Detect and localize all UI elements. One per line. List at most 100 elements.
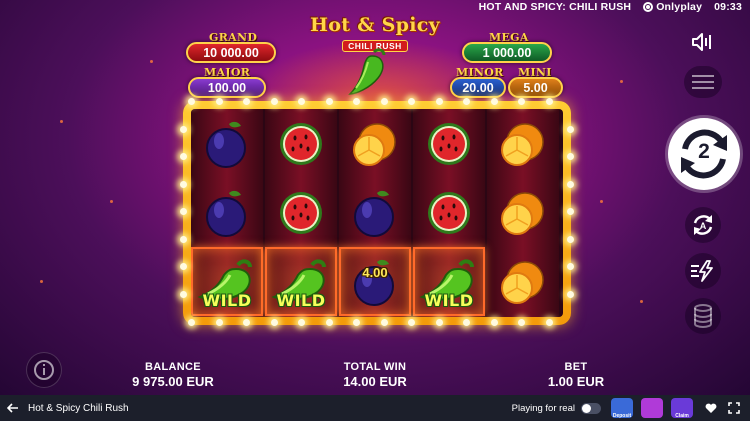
light-bulb: [353, 319, 360, 326]
light-bulb: [353, 98, 360, 105]
spark: [150, 60, 153, 63]
status-bar: HOT AND SPICY: CHILI RUSH Onlyplay 09:33: [479, 0, 742, 14]
reel-symbol-orange: [487, 178, 559, 247]
balance-value: 9 975.00 EUR: [132, 374, 214, 389]
jackpot-mini-value: 5.00: [508, 77, 563, 98]
light-bulb: [518, 319, 525, 326]
autoplay-button[interactable]: A: [685, 207, 721, 243]
autoplay-icon: A: [693, 215, 713, 235]
light-bulb: [567, 235, 574, 243]
plum-icon: [354, 259, 394, 306]
promo-jackpot-button[interactable]: Claim: [671, 398, 693, 419]
bet-display: BET 1.00 EUR: [526, 361, 626, 389]
reel-symbol-plum: 4.00: [339, 247, 411, 316]
jackpot-major-value: 100.00: [188, 77, 266, 98]
light-bulb: [463, 98, 470, 105]
spin-count: 2: [698, 140, 710, 163]
light-bulb: [180, 153, 187, 160]
onlyplay-logo-icon: [643, 2, 654, 12]
game-title: HOT AND SPICY: CHILI RUSH: [478, 1, 632, 13]
light-bulb: [180, 125, 187, 133]
light-bulb: [567, 263, 574, 270]
reel-symbol-plum: [191, 178, 263, 247]
turbo-icon: [691, 260, 713, 282]
light-bulb: [325, 319, 333, 326]
menu-icon: [692, 75, 714, 89]
promo-bonus-button[interactable]: [641, 398, 663, 418]
real-play-label: Playing for real: [511, 402, 575, 414]
game-stage: HOT AND SPICY: CHILI RUSH Onlyplay 09:33…: [0, 0, 750, 395]
watermelon-icon: [280, 191, 322, 234]
real-play-toggle[interactable]: [581, 402, 601, 414]
bet-button[interactable]: [685, 298, 721, 334]
plum-icon: [354, 190, 394, 237]
balance-label: BALANCE: [145, 361, 201, 373]
spark: [600, 200, 603, 203]
light-bulb: [567, 125, 574, 133]
light-bulb: [518, 98, 525, 105]
reel-symbol-watermelon: [265, 178, 337, 247]
reel-area: WILD WILD 4.00 WILD: [191, 109, 563, 317]
watermelon-icon: [428, 191, 470, 234]
light-bulb: [463, 319, 470, 326]
light-bulb: [215, 98, 223, 105]
spark: [640, 300, 643, 303]
reel-symbol-orange: [487, 247, 559, 316]
spark: [620, 80, 623, 83]
menu-button[interactable]: [684, 66, 722, 98]
light-bulb: [215, 319, 223, 326]
jackpot-mega-value: 1 000.00: [462, 42, 552, 63]
watermelon-icon: [280, 122, 322, 165]
light-bulb: [298, 319, 305, 326]
fullscreen-button[interactable]: [724, 398, 744, 418]
orange-icon: [501, 122, 544, 166]
info-button[interactable]: [26, 352, 62, 388]
reel-symbol-plum: [339, 178, 411, 247]
coin-stack-icon: [694, 304, 712, 328]
win-multiplier: 4.00: [362, 265, 388, 280]
light-bulb: [180, 290, 187, 298]
light-bulb: [180, 180, 187, 188]
brand: Onlyplay: [643, 1, 702, 13]
info-icon: [34, 360, 54, 380]
light-bulb: [270, 319, 278, 326]
light-bulb: [545, 319, 553, 326]
light-bulb: [490, 98, 498, 105]
arrow-left-icon: [7, 403, 18, 413]
orange-icon: [501, 191, 544, 235]
light-bulb: [380, 319, 388, 326]
promo-claim-label: Claim: [675, 413, 689, 419]
bottom-game-title: Hot & Spicy Chili Rush: [28, 402, 129, 414]
wild-label: WILD: [202, 291, 252, 310]
chili-pepper-icon: [348, 48, 386, 95]
bet-label: BET: [564, 361, 588, 373]
svg-text:A: A: [700, 221, 707, 231]
fullscreen-icon: [728, 402, 740, 414]
light-bulb: [298, 98, 305, 105]
plum-icon: [206, 121, 246, 168]
light-bulb: [243, 319, 250, 326]
reel-symbol-watermelon: [413, 178, 485, 247]
clock: 09:33: [714, 1, 742, 13]
reel-frame: WILD WILD 4.00 WILD: [183, 101, 571, 325]
light-bulb: [567, 153, 574, 160]
sound-button[interactable]: [688, 30, 718, 54]
reel-symbol-watermelon: [413, 109, 485, 178]
spin-button[interactable]: 2: [668, 118, 740, 190]
favorite-button[interactable]: [701, 398, 721, 418]
light-bulb: [380, 98, 388, 105]
reel-symbol-wild: WILD: [191, 247, 263, 316]
turbo-button[interactable]: [685, 253, 721, 289]
orange-icon: [501, 260, 544, 304]
total-win-value: 14.00 EUR: [343, 374, 407, 389]
light-bulb: [188, 319, 195, 326]
reel-symbol-plum: [191, 109, 263, 178]
total-win-display: TOTAL WIN 14.00 EUR: [320, 361, 430, 389]
speaker-icon: [692, 33, 711, 51]
jackpot-minor-value: 20.00: [450, 77, 506, 98]
light-bulb: [243, 98, 250, 105]
heart-icon: [705, 403, 717, 413]
back-button[interactable]: [6, 401, 20, 415]
light-bulb: [408, 319, 415, 326]
promo-deposit-button[interactable]: Deposit: [611, 398, 633, 419]
